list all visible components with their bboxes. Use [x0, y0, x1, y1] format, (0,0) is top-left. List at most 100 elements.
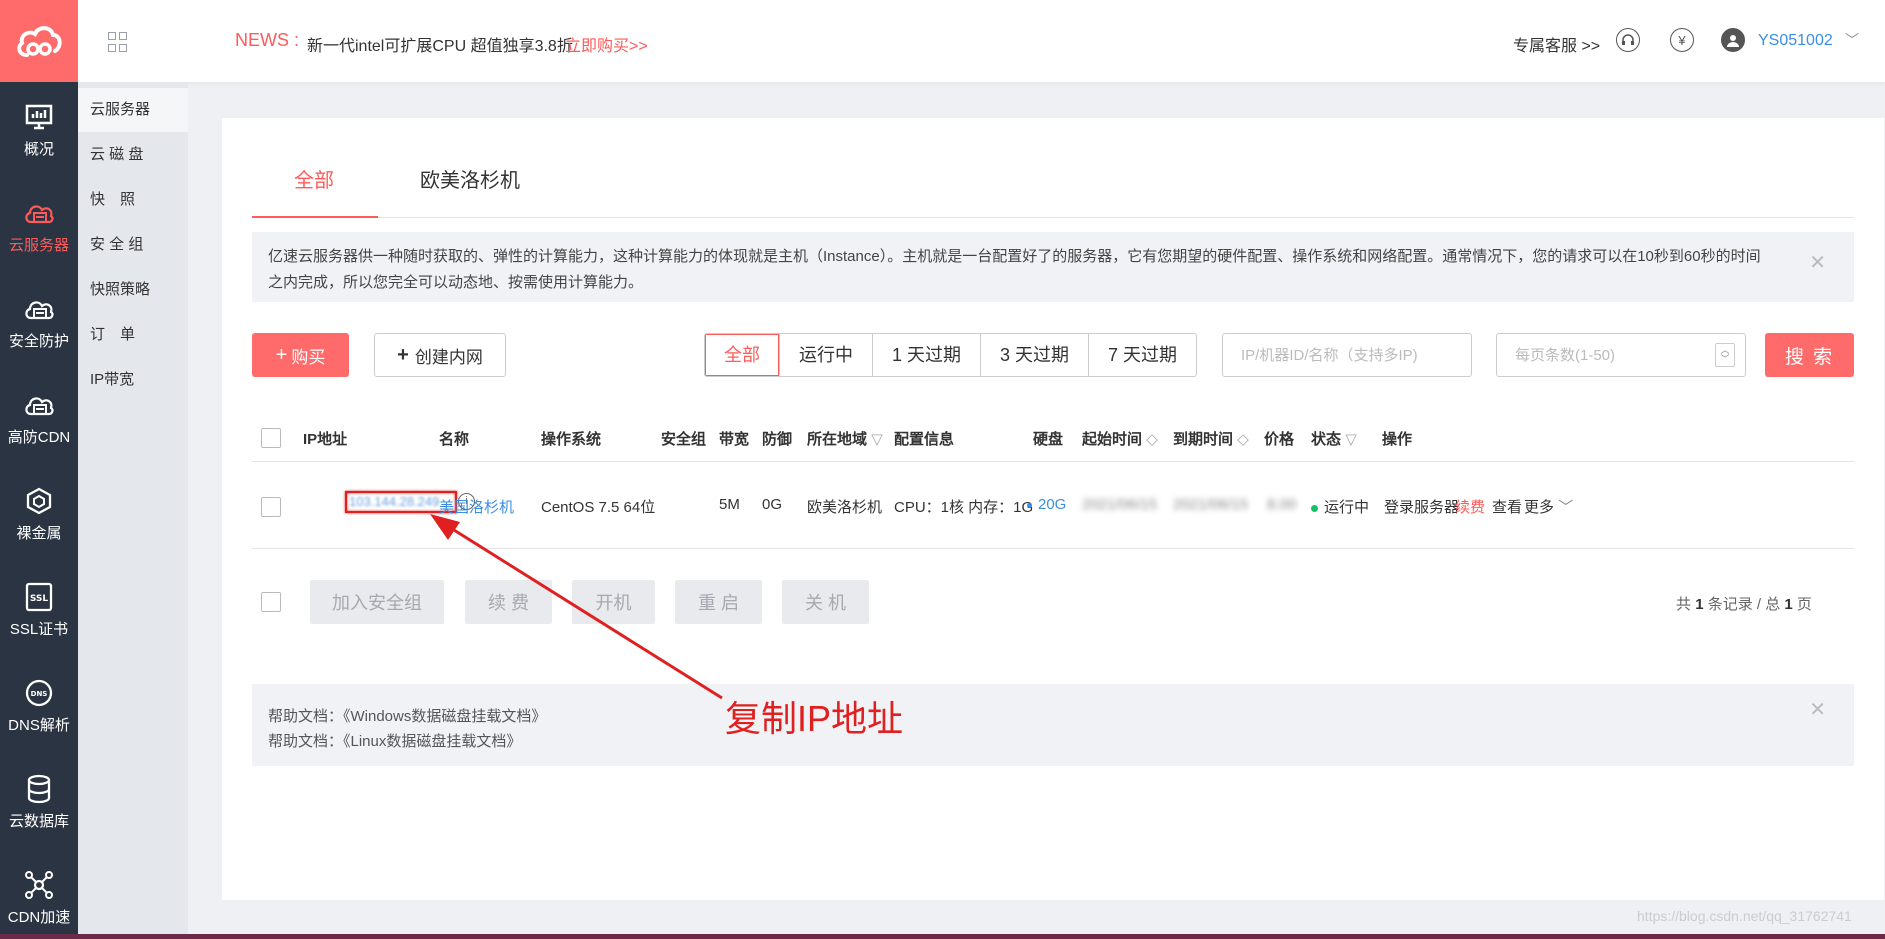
nav-item-database[interactable]: 云数据库	[0, 754, 78, 850]
subnav-item-ip-bandwidth[interactable]: IP带宽	[78, 358, 188, 402]
nav-label: 安全防护	[8, 332, 69, 350]
th-name: 名称	[439, 431, 470, 448]
sort-icon[interactable]: ◇	[1146, 431, 1158, 448]
nav-item-ssl[interactable]: SSL SSL证书	[0, 562, 78, 658]
row-checkbox[interactable]	[261, 497, 281, 517]
cloud-logo-icon	[17, 26, 62, 57]
bulk-renew-button[interactable]: 续 费	[465, 580, 552, 624]
region-value: 欧美洛杉机	[807, 499, 883, 516]
nav-item-overview[interactable]: 概况	[0, 82, 78, 178]
yuan-icon[interactable]: ¥	[1670, 28, 1694, 52]
close-icon[interactable]: ✕	[1809, 250, 1826, 276]
app-grid-icon[interactable]	[108, 32, 128, 52]
filter-1day[interactable]: 1 天过期	[873, 334, 982, 376]
nav-item-cloud-server[interactable]: 云服务器	[0, 178, 78, 274]
filter-icon[interactable]: ▽	[1345, 431, 1357, 448]
per-page-field[interactable]: ︿﹀	[1496, 333, 1746, 377]
th-region[interactable]: 所在地域 ▽	[807, 428, 883, 449]
support-link[interactable]: 专属客服 >>	[1513, 32, 1600, 56]
nav-item-security[interactable]: 安全防护	[0, 274, 78, 370]
bullet-icon	[1027, 502, 1032, 508]
price-value: 8.00	[1267, 496, 1297, 513]
renew-link[interactable]: 续费	[1455, 496, 1485, 517]
filter-running[interactable]: 运行中	[780, 334, 873, 376]
table-header: IP地址 名称 操作系统 安全组 带宽 防御 所在地域 ▽ 配置信息 硬盘 起始…	[252, 414, 1854, 462]
end-time-value: 2021/06/15	[1173, 496, 1249, 513]
th-actions: 操作	[1382, 431, 1413, 448]
headset-icon[interactable]	[1616, 28, 1640, 52]
view-link[interactable]: 查看	[1492, 496, 1522, 517]
th-defense: 防御	[762, 431, 793, 448]
user-avatar-icon[interactable]	[1721, 28, 1745, 52]
tab-la[interactable]: 欧美洛杉机	[420, 164, 520, 193]
th-os: 操作系统	[541, 431, 602, 448]
add-security-group-button[interactable]: 加入安全组	[310, 580, 444, 624]
plus-icon: +	[275, 343, 288, 366]
nav-item-cdn[interactable]: 高防CDN	[0, 370, 78, 466]
nav-item-cdn-accel[interactable]: CDN加速	[0, 850, 78, 939]
help-linux-link[interactable]: 帮助文档：《Linux数据磁盘挂载文档》	[268, 729, 1838, 754]
chevron-down-icon[interactable]: ﹀	[1845, 30, 1859, 50]
subnav-item-snapshot[interactable]: 快 照	[78, 178, 188, 222]
th-start[interactable]: 起始时间 ◇	[1082, 428, 1158, 449]
pager-prefix: 共	[1676, 596, 1692, 613]
bulk-select-checkbox[interactable]	[261, 592, 281, 612]
main-nav: 概况 云服务器 安全防护 高防CDN 裸金属 SSL SSL证书 DNS DNS…	[0, 82, 78, 939]
nav-label: DNS解析	[8, 716, 70, 734]
news-label: NEWS :	[235, 30, 300, 50]
bottom-bar	[0, 934, 1885, 939]
subnav-item-security-group[interactable]: 安 全 组	[78, 223, 188, 267]
search-input[interactable]	[1222, 333, 1472, 377]
subnav-item-orders[interactable]: 订 单	[78, 313, 188, 357]
buy-label: 购买	[291, 347, 326, 367]
th-end[interactable]: 到期时间 ◇	[1173, 428, 1249, 449]
login-server-link[interactable]: 登录服务器	[1384, 496, 1459, 517]
stepper-icon[interactable]: ︿ ﹀	[1715, 343, 1735, 367]
top-header: NEWS : 新一代intel可扩展CPU 超值独享3.8折 立即购买>> 专属…	[0, 0, 1885, 82]
power-on-button[interactable]: 开机	[572, 580, 655, 624]
news-buy-link[interactable]: 立即购买>>	[565, 32, 648, 56]
nav-label: 概况	[23, 140, 54, 158]
close-icon[interactable]: ✕	[1809, 698, 1826, 723]
th-status[interactable]: 状态 ▽	[1311, 428, 1357, 449]
database-icon	[27, 774, 51, 803]
shutdown-button[interactable]: 关 机	[782, 580, 869, 624]
info-notice: 亿速云服务器供一种随时获取的、弹性的计算能力，这种计算能力的体现就是主机（Ins…	[252, 232, 1854, 302]
chevron-down-icon: ﹀	[1558, 499, 1574, 516]
nav-label: CDN加速	[7, 908, 71, 926]
more-dropdown[interactable]: 更多 ﹀	[1524, 496, 1573, 517]
per-page-input[interactable]	[1497, 334, 1697, 376]
logo[interactable]	[0, 0, 78, 82]
help-windows-link[interactable]: 帮助文档：《Windows数据磁盘挂载文档》	[268, 704, 1838, 729]
dns-badge-text: DNS	[31, 690, 48, 698]
sort-icon[interactable]: ◇	[1237, 431, 1249, 448]
username[interactable]: YS051002	[1758, 32, 1833, 50]
sub-nav: 云服务器 云 磁 盘 快 照 安 全 组 快照策略 订 单 IP带宽	[78, 82, 188, 939]
subnav-item-snapshot-policy[interactable]: 快照策略	[78, 268, 188, 312]
select-all-checkbox[interactable]	[261, 428, 281, 448]
nav-item-dns[interactable]: DNS DNS解析	[0, 658, 78, 754]
nav-label: 云数据库	[8, 812, 69, 830]
create-intranet-button[interactable]: + 创建内网	[374, 333, 506, 377]
nav-item-bare-metal[interactable]: 裸金属	[0, 466, 78, 562]
plus-icon: +	[397, 343, 409, 366]
tab-all[interactable]: 全部	[294, 164, 334, 193]
th-bandwidth: 带宽	[719, 431, 750, 448]
buy-button[interactable]: + 购买	[252, 333, 349, 377]
filter-all[interactable]: 全部	[705, 334, 780, 376]
filter-3day[interactable]: 3 天过期	[981, 334, 1090, 376]
search-button[interactable]: 搜 索	[1765, 333, 1854, 377]
news-text[interactable]: 新一代intel可扩展CPU 超值独享3.8折	[307, 32, 573, 56]
create-intranet-label: 创建内网	[414, 347, 483, 367]
filter-icon[interactable]: ▽	[871, 431, 883, 448]
subnav-item-cloud-server[interactable]: 云服务器	[78, 88, 188, 132]
bandwidth-value: 5M	[719, 496, 740, 513]
restart-button[interactable]: 重 启	[675, 580, 762, 624]
server-name-link[interactable]: 美国洛杉机	[439, 496, 514, 517]
subnav-item-cloud-disk[interactable]: 云 磁 盘	[78, 133, 188, 177]
filter-7day[interactable]: 7 天过期	[1089, 334, 1196, 376]
os-value: CentOS 7.5 64位	[541, 499, 656, 516]
nav-label: 裸金属	[16, 524, 62, 542]
nav-label: 高防CDN	[7, 428, 71, 446]
th-price: 价格	[1264, 431, 1295, 448]
